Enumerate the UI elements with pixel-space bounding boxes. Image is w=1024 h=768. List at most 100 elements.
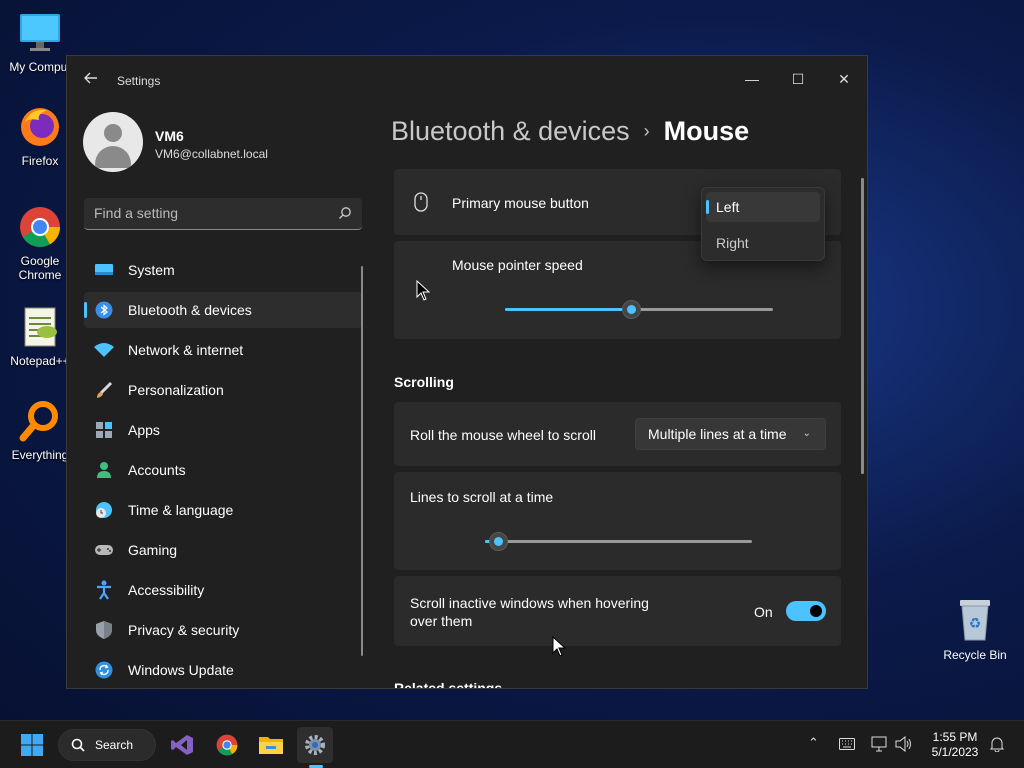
taskbar-file-explorer[interactable] <box>253 727 289 763</box>
chevron-down-icon: ⌄ <box>802 428 811 439</box>
breadcrumb: Bluetooth & devices › Mouse <box>391 116 749 147</box>
slider-thumb[interactable] <box>621 300 641 319</box>
start-button[interactable] <box>14 727 50 763</box>
close-button[interactable]: ✕ <box>821 64 867 94</box>
slider-thumb[interactable] <box>489 532 509 551</box>
lines-to-scroll-slider[interactable] <box>485 532 752 551</box>
breadcrumb-parent-link[interactable]: Bluetooth & devices <box>391 116 630 147</box>
dropdown-option-right[interactable]: Right <box>706 228 820 258</box>
pointer-speed-label: Mouse pointer speed <box>452 257 583 273</box>
back-arrow-icon <box>84 72 97 84</box>
mouse-cursor-icon <box>416 280 430 301</box>
sidebar-scrollbar[interactable] <box>361 266 363 656</box>
everything-search-icon <box>17 398 63 444</box>
sidebar-item-label: Time & language <box>128 502 234 518</box>
back-button[interactable] <box>81 70 101 90</box>
clock[interactable]: 1:55 PM 5/1/2023 <box>920 730 990 760</box>
sidebar-item-label: Accessibility <box>128 582 205 598</box>
window-title: Settings <box>117 74 161 88</box>
sidebar-item-bluetooth-devices[interactable]: Bluetooth & devices <box>84 292 362 328</box>
keyboard-icon[interactable] <box>839 738 855 750</box>
avatar <box>83 112 143 172</box>
close-icon: ✕ <box>838 71 850 87</box>
main-scrollbar[interactable] <box>861 178 864 474</box>
sidebar-item-system[interactable]: System <box>84 252 362 288</box>
bluetooth-icon <box>94 300 114 320</box>
dropdown-option-left[interactable]: Left <box>706 192 820 222</box>
sidebar-item-label: Apps <box>128 422 160 438</box>
section-title-scrolling: Scrolling <box>394 374 454 390</box>
sidebar-item-time-language[interactable]: Time & language <box>84 492 362 528</box>
sidebar-item-privacy-security[interactable]: Privacy & security <box>84 612 362 648</box>
roll-wheel-value: Multiple lines at a time <box>648 426 787 442</box>
desktop-icon-label: Recycle Bin <box>943 648 1007 662</box>
maximize-icon: ☐ <box>791 71 805 87</box>
chrome-icon <box>17 204 63 250</box>
sidebar-item-label: Accounts <box>128 462 186 478</box>
sidebar-nav: System Bluetooth & devices Network & int… <box>84 252 362 692</box>
brush-icon <box>94 380 114 400</box>
wifi-icon <box>94 340 114 360</box>
title-bar: Settings — ☐ ✕ <box>67 56 867 106</box>
apps-icon <box>94 420 114 440</box>
taskbar-search-label: Search <box>95 738 134 752</box>
section-title-related-settings: Related settings <box>394 680 503 688</box>
sidebar-item-label: Bluetooth & devices <box>128 302 252 318</box>
scroll-inactive-card: Scroll inactive windows when hovering ov… <box>394 576 841 646</box>
notification-icon[interactable] <box>989 736 1005 752</box>
firefox-icon <box>17 104 63 150</box>
folder-icon <box>259 737 283 754</box>
sidebar-item-windows-update[interactable]: Windows Update <box>84 652 362 688</box>
user-email: VM6@collabnet.local <box>155 147 268 161</box>
desktop-icon-recycle-bin[interactable]: ♻ Recycle Bin <box>938 598 1012 662</box>
pointer-speed-slider[interactable] <box>505 300 773 319</box>
taskbar: Search ⌃ 1:55 PM 5/1/2023 <box>0 720 1024 768</box>
roll-wheel-select[interactable]: Multiple lines at a time ⌄ <box>635 418 826 450</box>
taskbar-settings[interactable] <box>297 727 333 763</box>
scroll-inactive-label-line2: over them <box>410 613 473 629</box>
lines-to-scroll-label: Lines to scroll at a time <box>410 489 554 505</box>
desktop-icon-label: Notepad++ <box>10 354 70 368</box>
sidebar-item-label: Network & internet <box>128 342 244 358</box>
settings-window: Settings — ☐ ✕ VM6 VM6@collabnet.local S… <box>66 55 868 689</box>
system-icon <box>94 260 114 280</box>
monitor-icon <box>17 10 63 56</box>
breadcrumb-chevron-icon: › <box>643 121 650 141</box>
svg-text:♻: ♻ <box>969 616 982 632</box>
desktop-icon-label: Google Chrome <box>18 254 62 282</box>
profile-avatar[interactable] <box>83 112 143 172</box>
desktop-icon-label: My Comput <box>9 60 71 74</box>
network-icon[interactable] <box>871 736 889 752</box>
sidebar-item-gaming[interactable]: Gaming <box>84 532 362 568</box>
mouse-icon <box>414 192 428 212</box>
taskbar-chrome[interactable] <box>209 727 245 763</box>
chevron-up-icon[interactable]: ⌃ <box>808 735 819 751</box>
sidebar-item-network[interactable]: Network & internet <box>84 332 362 368</box>
search-icon[interactable] <box>338 206 352 220</box>
taskbar-search-button[interactable]: Search <box>58 729 156 761</box>
taskbar-visual-studio[interactable] <box>164 727 200 763</box>
sidebar-item-personalization[interactable]: Personalization <box>84 372 362 408</box>
desktop-icon-label: Firefox <box>21 154 59 168</box>
chrome-icon <box>216 734 238 756</box>
search-box[interactable] <box>84 198 362 230</box>
maximize-button[interactable]: ☐ <box>775 64 821 94</box>
roll-wheel-label: Roll the mouse wheel to scroll <box>410 427 596 443</box>
scroll-inactive-toggle[interactable] <box>786 601 826 621</box>
update-icon <box>94 660 114 680</box>
minimize-icon: — <box>745 71 759 87</box>
globe-clock-icon <box>94 500 114 520</box>
minimize-button[interactable]: — <box>729 64 775 94</box>
gamepad-icon <box>94 540 114 560</box>
sidebar-item-label: Windows Update <box>128 662 234 678</box>
volume-icon[interactable] <box>895 736 913 752</box>
sidebar-item-label: Privacy & security <box>128 622 240 638</box>
sidebar-item-accessibility[interactable]: Accessibility <box>84 572 362 608</box>
search-input[interactable] <box>94 205 324 221</box>
sidebar-item-apps[interactable]: Apps <box>84 412 362 448</box>
lines-to-scroll-card: Lines to scroll at a time <box>394 472 841 570</box>
sidebar-item-accounts[interactable]: Accounts <box>84 452 362 488</box>
page-title: Mouse <box>663 116 750 146</box>
sidebar-item-label: Personalization <box>128 382 224 398</box>
notepadpp-icon <box>17 304 63 350</box>
